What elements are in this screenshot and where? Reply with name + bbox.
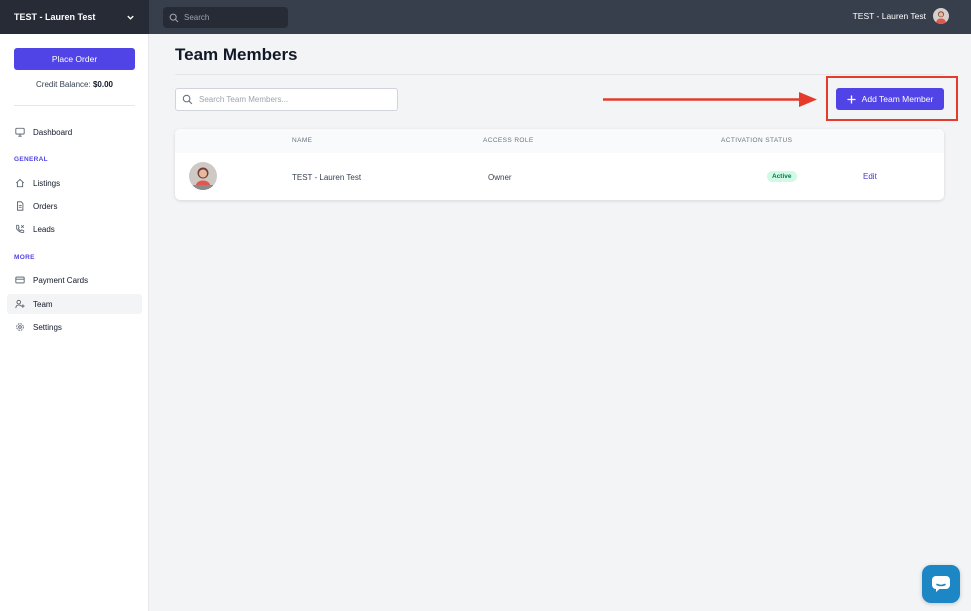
sidebar-item-label: Payment Cards xyxy=(33,275,89,285)
sidebar-item-team[interactable]: Team xyxy=(7,294,142,314)
credit-label: Credit Balance: xyxy=(36,80,91,89)
sidebar-item-settings[interactable]: Settings xyxy=(7,317,142,337)
top-bar: TEST - Lauren Test TEST - Lauren Test xyxy=(0,0,971,34)
gear-icon xyxy=(16,323,24,331)
sidebar-item-label: Leads xyxy=(33,224,55,234)
add-team-member-button[interactable]: Add Team Member xyxy=(836,88,944,110)
user-name: TEST - Lauren Test xyxy=(852,11,926,21)
sidebar-item-label: Dashboard xyxy=(33,127,73,137)
chat-widget-button[interactable] xyxy=(922,565,960,603)
column-header-access-role: ACCESS ROLE xyxy=(483,137,534,144)
phone-icon xyxy=(16,224,25,233)
column-header-name: NAME xyxy=(292,137,313,144)
title-divider xyxy=(175,74,945,75)
chat-icon xyxy=(932,576,950,592)
team-table: NAME ACCESS ROLE ACTIVATION STATUS TEST … xyxy=(175,129,944,200)
credit-card-icon xyxy=(15,276,25,284)
sidebar-item-label: Orders xyxy=(33,201,58,211)
status-badge: Active xyxy=(767,171,797,182)
member-avatar xyxy=(189,162,217,190)
sidebar-item-listings[interactable]: Listings xyxy=(7,173,142,193)
sidebar-item-orders[interactable]: Orders xyxy=(7,196,142,216)
sidebar-item-payment-cards[interactable]: Payment Cards xyxy=(7,270,142,290)
sidebar-item-label: Settings xyxy=(33,322,62,332)
table-row: TEST - Lauren Test Owner Active Edit xyxy=(175,153,944,200)
sidebar-item-label: Team xyxy=(33,299,53,309)
user-menu[interactable]: TEST - Lauren Test xyxy=(853,8,949,24)
credit-value: $0.00 xyxy=(92,80,113,89)
sidebar-item-leads[interactable]: Leads xyxy=(7,219,142,239)
plus-icon xyxy=(847,94,856,104)
page-title: Team Members xyxy=(175,45,298,64)
global-search xyxy=(163,7,288,28)
workspace-switcher[interactable]: TEST - Lauren Test xyxy=(0,0,149,34)
user-plus-icon xyxy=(15,299,25,309)
search-icon xyxy=(169,13,179,22)
add-team-member-label: Add Team Member xyxy=(861,94,934,104)
column-header-activation-status: ACTIVATION STATUS xyxy=(721,137,793,144)
sidebar-item-dashboard[interactable]: Dashboard xyxy=(7,122,142,142)
home-icon xyxy=(15,178,25,188)
chevron-down-icon xyxy=(127,15,134,20)
document-icon xyxy=(17,201,24,211)
annotation-arrow-icon xyxy=(603,92,817,107)
global-search-input[interactable] xyxy=(184,13,284,22)
member-search xyxy=(175,88,398,111)
edit-member-link[interactable]: Edit xyxy=(863,172,877,181)
member-name: TEST - Lauren Test xyxy=(292,173,362,182)
sidebar-divider xyxy=(14,105,135,106)
section-more: MORE xyxy=(14,254,35,261)
member-search-input[interactable] xyxy=(199,95,389,104)
section-general: GENERAL xyxy=(14,156,48,163)
sidebar: Place Order Credit Balance: $0.00 Dashbo… xyxy=(0,34,149,611)
app: TEST - Lauren Test TEST - Lauren Test Pl… xyxy=(0,0,971,611)
place-order-button[interactable]: Place Order xyxy=(14,48,135,70)
workspace-name: TEST - Lauren Test xyxy=(14,12,96,22)
monitor-icon xyxy=(15,127,25,137)
search-icon xyxy=(182,94,193,105)
table-header: NAME ACCESS ROLE ACTIVATION STATUS xyxy=(175,129,944,153)
credit-balance: Credit Balance: $0.00 xyxy=(0,80,149,89)
sidebar-item-label: Listings xyxy=(33,178,61,188)
member-role: Owner xyxy=(488,173,512,182)
user-avatar xyxy=(933,8,949,24)
